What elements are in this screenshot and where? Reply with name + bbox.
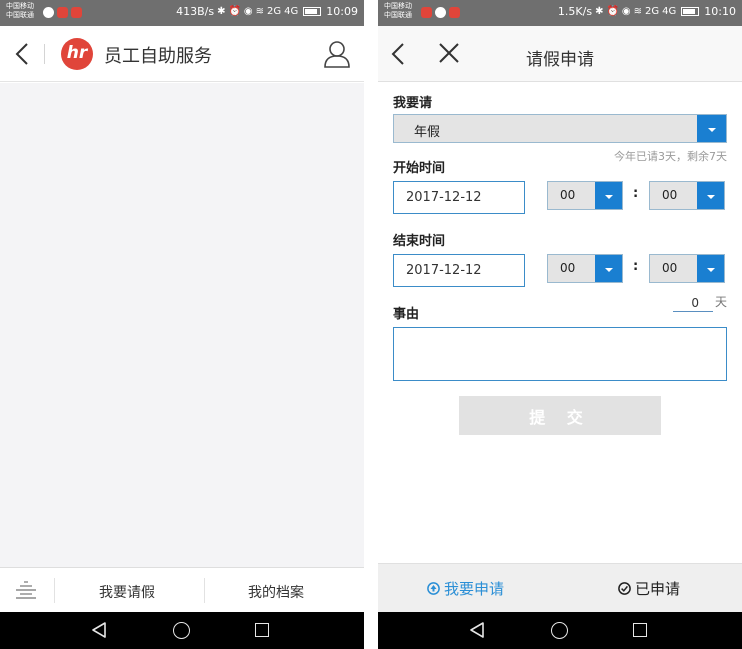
signal-4g-icon: 4G [662, 6, 677, 17]
tab-apply[interactable]: 我要申请 [427, 578, 504, 599]
page-title: 员工自助服务 [104, 46, 212, 67]
carrier-info: 中国移动 中国联通 [6, 2, 34, 20]
bottom-tab-bar: 我要申请 已申请 [378, 563, 742, 612]
arrow-up-circle-icon [427, 582, 440, 595]
signal-2g-icon: 2G [645, 6, 660, 17]
tab-applied[interactable]: 已申请 [618, 578, 680, 599]
start-time-label: 开始时间 [393, 161, 446, 176]
clock: 10:10 [704, 5, 736, 18]
end-minute-value: 00 [662, 261, 678, 275]
network-speed: 413B/s [176, 5, 215, 18]
reason-label: 事由 [393, 307, 420, 322]
battery-icon [303, 7, 322, 16]
end-date-input[interactable]: 2017-12-12 [393, 254, 525, 287]
app-notification-icon [57, 7, 68, 18]
user-profile-icon[interactable] [324, 40, 350, 68]
bluetooth-icon: ✱ [595, 6, 604, 17]
content-area [0, 83, 364, 567]
nav-back-icon[interactable] [91, 622, 107, 638]
tab-apply-label: 我要申请 [444, 580, 505, 598]
leave-request-form: 我要请 年假 今年已请3天，剩余7天 开始时间 2017-12-12 00 : … [378, 83, 742, 563]
leave-type-value: 年假 [414, 125, 441, 140]
android-nav-bar [0, 612, 364, 649]
network-speed: 1.5K/s [557, 5, 593, 18]
carrier-2: 中国联通 [384, 11, 412, 19]
eye-comfort-icon: ◉ [621, 6, 631, 17]
leave-type-label: 我要请 [393, 96, 433, 111]
chevron-down-icon[interactable] [595, 182, 622, 209]
leave-type-select[interactable]: 年假 [393, 114, 727, 143]
notification-icons [43, 7, 82, 18]
right-phone-screen: 中国移动 中国联通 1.5K/s ✱ ⏰ ◉ ≋ 2G 4G 10:10 请假申… [378, 0, 742, 649]
android-nav-bar [378, 612, 742, 649]
back-arrow-icon[interactable] [12, 42, 32, 66]
carrier-1: 中国移动 [6, 2, 34, 10]
wifi-icon: ≋ [633, 6, 643, 17]
carrier-info: 中国移动 中国联通 [384, 2, 412, 20]
nav-recent-apps-icon[interactable] [255, 623, 269, 637]
wifi-icon: ≋ [255, 6, 265, 17]
tab-applied-label: 已申请 [635, 580, 681, 598]
end-hour-value: 00 [560, 261, 576, 275]
start-minute-value: 00 [662, 188, 678, 202]
tab-my-profile[interactable]: 我的档案 [248, 582, 304, 602]
reason-textarea[interactable] [393, 327, 727, 381]
chevron-down-icon[interactable] [595, 255, 622, 282]
start-date-input[interactable]: 2017-12-12 [393, 181, 525, 214]
bottom-menu-bar: 我要请假 我的档案 [0, 567, 364, 612]
form-header: 请假申请 [378, 26, 742, 82]
end-minute-select[interactable]: 00 [649, 254, 725, 283]
chevron-down-icon[interactable] [697, 182, 724, 209]
menu-toggle-icon[interactable] [15, 579, 37, 601]
signal-4g-icon: 4G [284, 6, 299, 17]
page-title: 请假申请 [526, 50, 594, 70]
tab-leave-request[interactable]: 我要请假 [99, 582, 155, 602]
notification-icons [421, 7, 460, 18]
nav-back-icon[interactable] [469, 622, 485, 638]
tab-separator [204, 578, 205, 603]
leave-days-input[interactable] [673, 295, 713, 312]
carrier-2: 中国联通 [6, 11, 34, 19]
nav-home-icon[interactable] [173, 622, 190, 639]
hr-logo: hr [61, 38, 93, 70]
days-unit: 天 [715, 295, 728, 309]
end-time-label: 结束时间 [393, 234, 446, 249]
submit-button[interactable]: 提 交 [459, 396, 661, 435]
end-hour-select[interactable]: 00 [547, 254, 623, 283]
carrier-1: 中国移动 [384, 2, 412, 10]
nav-home-icon[interactable] [551, 622, 568, 639]
chevron-down-icon[interactable] [697, 115, 726, 142]
bluetooth-icon: ✱ [217, 6, 226, 17]
eye-comfort-icon: ◉ [243, 6, 253, 17]
chevron-down-icon[interactable] [697, 255, 724, 282]
left-phone-screen: 中国移动 中国联通 413B/s ✱ ⏰ ◉ ≋ 2G 4G 10:09 hr … [0, 0, 364, 649]
status-bar: 中国移动 中国联通 413B/s ✱ ⏰ ◉ ≋ 2G 4G 10:09 [0, 0, 364, 26]
app-notification-icon [71, 7, 82, 18]
wechat-notification-icon [43, 7, 54, 18]
start-hour-select[interactable]: 00 [547, 181, 623, 210]
app-header: hr 员工自助服务 [0, 26, 364, 82]
wechat-notification-icon [435, 7, 446, 18]
time-colon: : [633, 186, 639, 201]
status-indicators: 1.5K/s ✱ ⏰ ◉ ≋ 2G 4G 10:10 [558, 5, 736, 18]
signal-2g-icon: 2G [267, 6, 282, 17]
nav-recent-apps-icon[interactable] [633, 623, 647, 637]
app-notification-icon [421, 7, 432, 18]
start-minute-select[interactable]: 00 [649, 181, 725, 210]
alarm-icon: ⏰ [228, 6, 241, 17]
alarm-icon: ⏰ [606, 6, 619, 17]
header-divider [44, 44, 45, 64]
battery-icon [681, 7, 700, 16]
status-indicators: 413B/s ✱ ⏰ ◉ ≋ 2G 4G 10:09 [176, 5, 358, 18]
status-bar: 中国移动 中国联通 1.5K/s ✱ ⏰ ◉ ≋ 2G 4G 10:10 [378, 0, 742, 26]
time-colon: : [633, 259, 639, 274]
leave-quota-hint: 今年已请3天，剩余7天 [614, 150, 727, 163]
tab-separator [54, 578, 55, 603]
app-notification-icon [449, 7, 460, 18]
check-circle-icon [618, 582, 631, 595]
clock: 10:09 [326, 5, 358, 18]
start-hour-value: 00 [560, 188, 576, 202]
